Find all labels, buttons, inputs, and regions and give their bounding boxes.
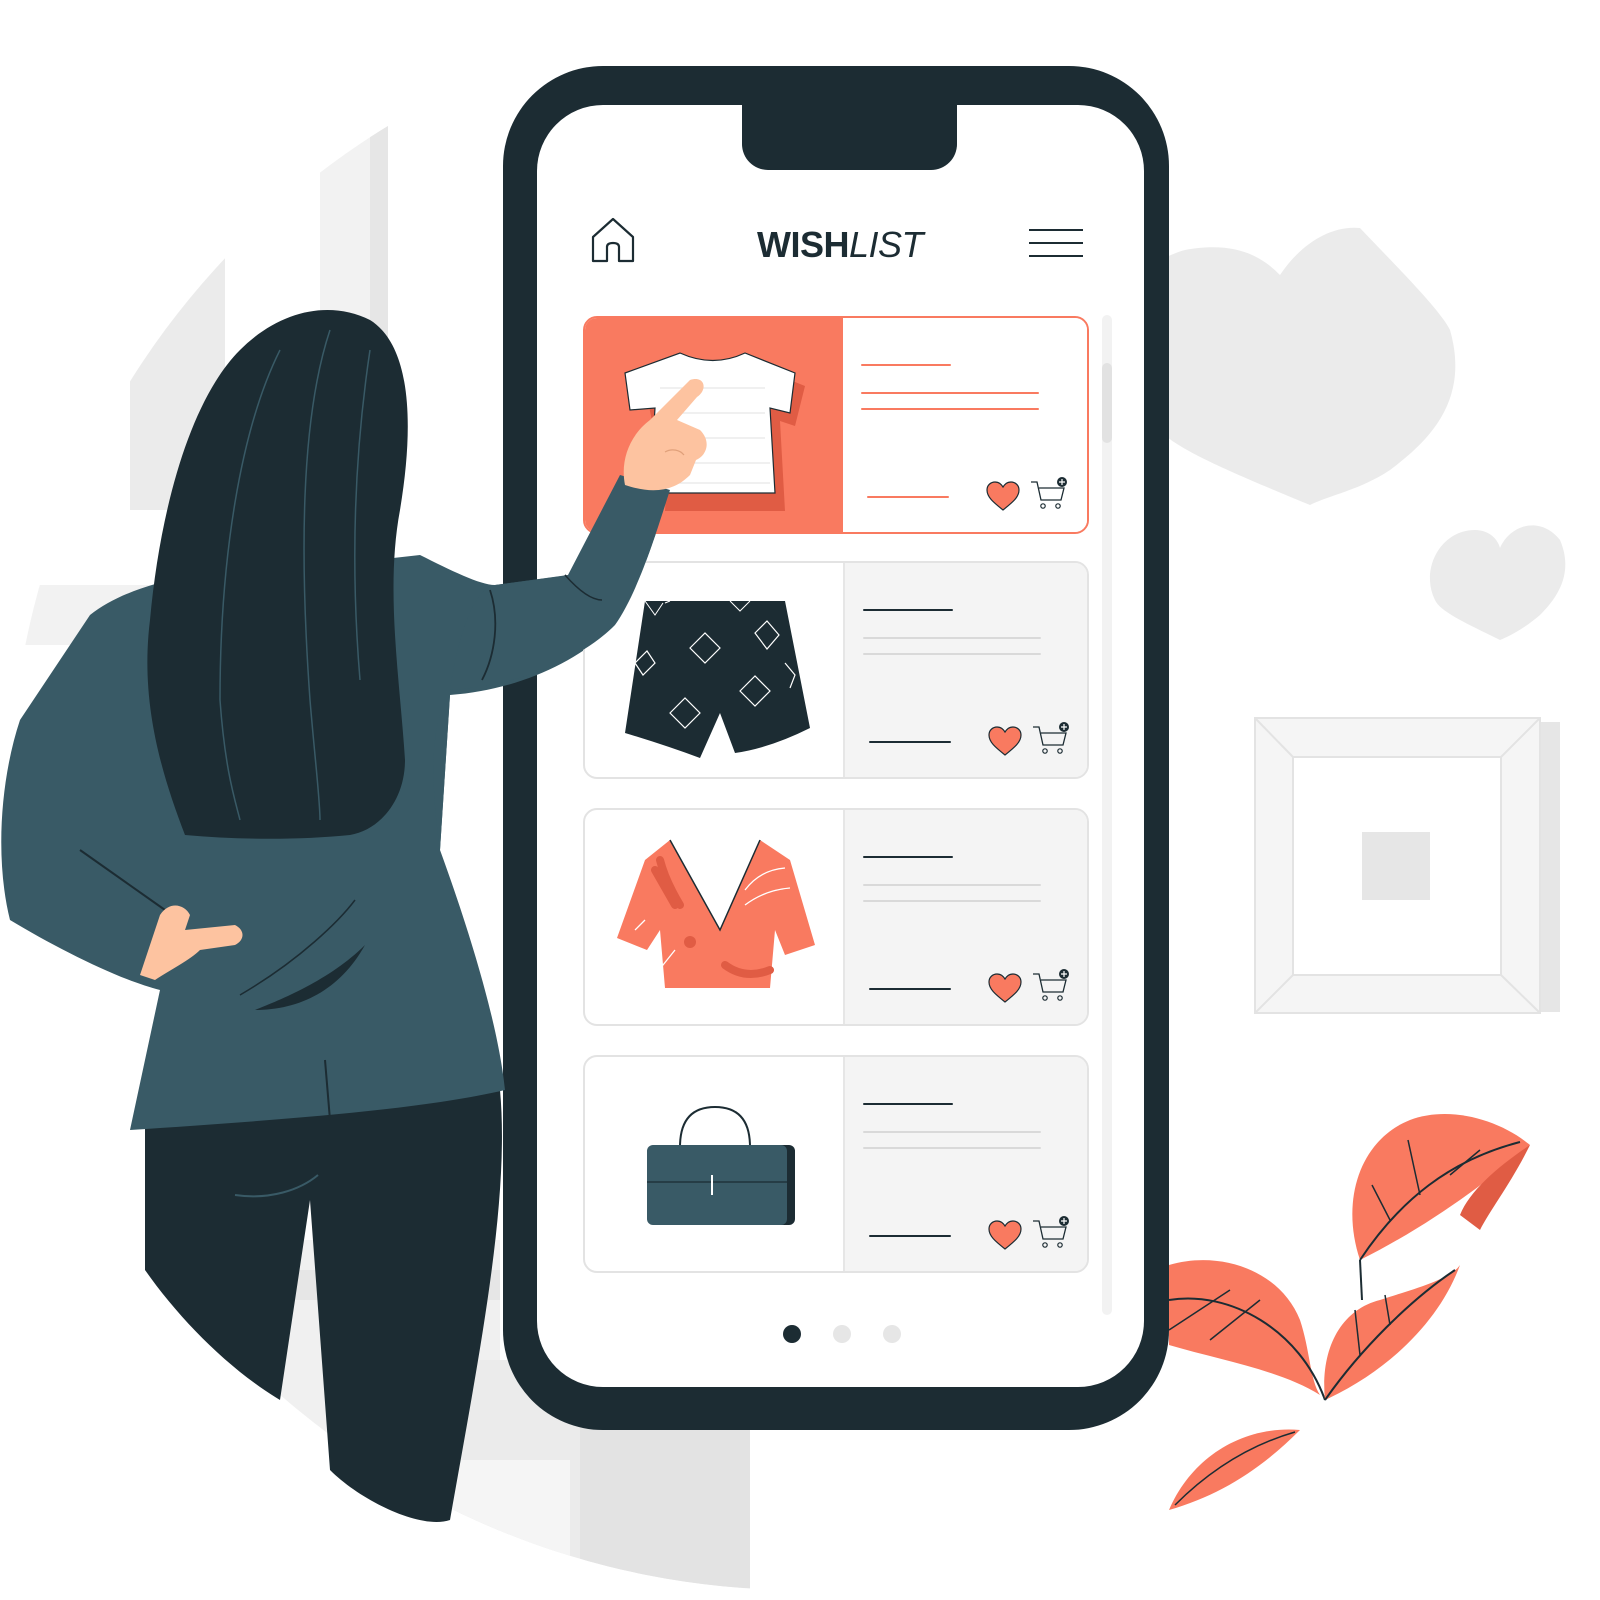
product-image	[585, 563, 843, 777]
decorative-leaves	[1168, 1114, 1530, 1510]
product-name-placeholder	[861, 364, 951, 366]
handbag-icon	[647, 1105, 795, 1225]
product-price-placeholder	[867, 496, 949, 498]
product-info	[843, 810, 1087, 1024]
scrollbar-thumb[interactable]	[1102, 363, 1112, 443]
product-info	[843, 1057, 1087, 1271]
product-desc-placeholder	[863, 653, 1041, 655]
product-desc-placeholder	[863, 637, 1041, 639]
wishlist-item[interactable]	[583, 1055, 1089, 1273]
page-dot-1[interactable]	[783, 1325, 801, 1343]
page-title-light: LIST	[849, 224, 924, 265]
product-desc-placeholder	[863, 900, 1041, 902]
wishlist-item[interactable]	[583, 808, 1089, 1026]
heart-decor-large-icon	[1121, 227, 1456, 505]
product-desc-placeholder	[861, 408, 1039, 410]
hamburger-menu-icon[interactable]	[1029, 225, 1085, 261]
product-image	[585, 318, 843, 532]
product-image	[585, 1057, 843, 1271]
wishlist-item[interactable]	[583, 561, 1089, 779]
blouse-icon	[617, 839, 815, 988]
heart-icon[interactable]	[987, 1219, 1023, 1251]
product-desc-placeholder	[863, 1147, 1041, 1149]
add-to-cart-icon[interactable]	[1031, 968, 1071, 1004]
product-desc-placeholder	[863, 884, 1041, 886]
phone-screen: WISHLIST	[537, 105, 1144, 1387]
product-name-placeholder	[863, 609, 953, 611]
heart-icon[interactable]	[987, 725, 1023, 757]
add-to-cart-icon[interactable]	[1031, 721, 1071, 757]
add-to-cart-icon[interactable]	[1029, 476, 1069, 512]
page-title-bold: WISH	[757, 224, 850, 265]
product-info	[843, 318, 1087, 532]
page-title: WISHLIST	[757, 223, 924, 267]
product-name-placeholder	[863, 856, 953, 858]
heart-icon[interactable]	[987, 972, 1023, 1004]
product-price-placeholder	[869, 1235, 951, 1237]
product-desc-placeholder	[863, 1131, 1041, 1133]
page-dot-2[interactable]	[833, 1325, 851, 1343]
home-icon[interactable]	[589, 215, 637, 265]
product-name-placeholder	[863, 1103, 953, 1105]
scrollbar[interactable]	[1102, 315, 1112, 1315]
heart-decor-small-icon	[1429, 525, 1566, 640]
product-info	[843, 563, 1087, 777]
product-price-placeholder	[869, 988, 951, 990]
wishlist-item[interactable]	[583, 316, 1089, 534]
heart-icon[interactable]	[985, 480, 1021, 512]
product-image	[585, 810, 843, 1024]
add-to-cart-icon[interactable]	[1031, 1215, 1071, 1251]
tshirt-icon	[624, 352, 805, 511]
product-price-placeholder	[869, 741, 951, 743]
shorts-icon	[625, 600, 810, 758]
pagination-dots	[537, 1325, 1144, 1345]
page-dot-3[interactable]	[883, 1325, 901, 1343]
picture-frame	[1254, 717, 1560, 1014]
product-desc-placeholder	[861, 392, 1039, 394]
